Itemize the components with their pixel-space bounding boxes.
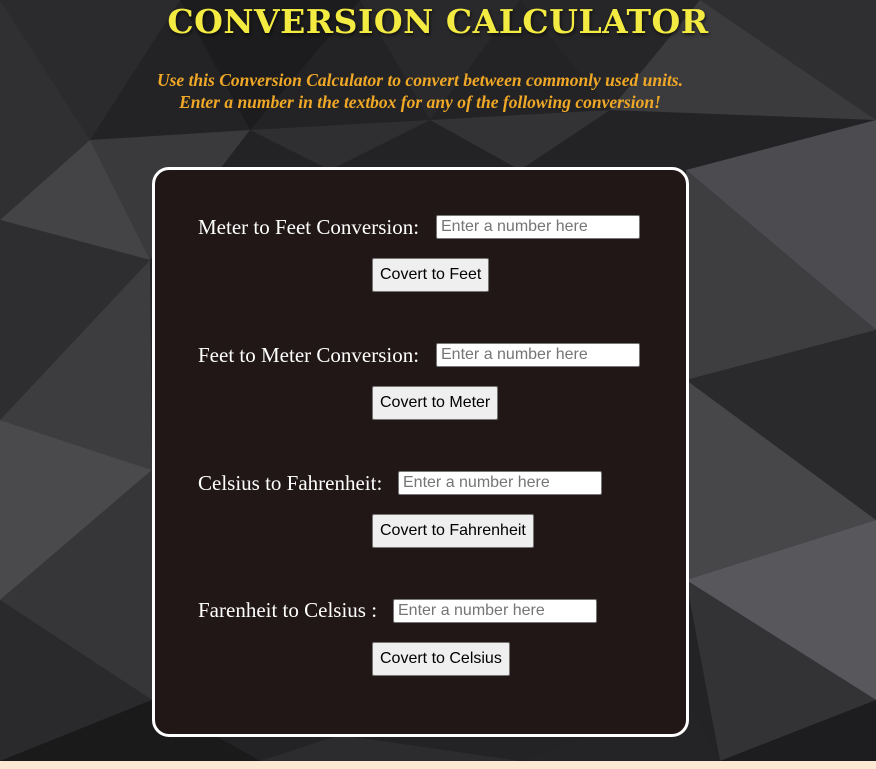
convert-to-meter-button[interactable]: Covert to Meter	[372, 386, 499, 420]
page-subtitle: Use this Conversion Calculator to conver…	[0, 69, 840, 113]
meter-input[interactable]	[436, 215, 640, 239]
celsius-to-fahrenheit-label: Celsius to Fahrenheit:	[198, 471, 383, 495]
subtitle-line-2: Enter a number in the textbox for any of…	[179, 92, 661, 112]
fahrenheit-to-celsius-label: Farenheit to Celsius :	[198, 598, 378, 622]
fahrenheit-input[interactable]	[393, 599, 597, 623]
page-title: CONVERSION CALCULATOR	[167, 2, 709, 41]
converter-panel: Meter to Feet Conversion: Covert to Feet…	[152, 167, 689, 737]
footer-strip	[0, 761, 876, 769]
subtitle-line-1: Use this Conversion Calculator to conver…	[156, 70, 683, 90]
convert-to-fahrenheit-button[interactable]: Covert to Fahrenheit	[372, 514, 534, 548]
meter-to-feet-label: Meter to Feet Conversion:	[198, 215, 420, 239]
feet-to-meter-label: Feet to Meter Conversion:	[198, 343, 420, 367]
celsius-input[interactable]	[398, 471, 602, 495]
feet-input[interactable]	[436, 343, 640, 367]
convert-to-feet-button[interactable]: Covert to Feet	[372, 258, 490, 292]
convert-to-celsius-button[interactable]: Covert to Celsius	[372, 642, 510, 676]
